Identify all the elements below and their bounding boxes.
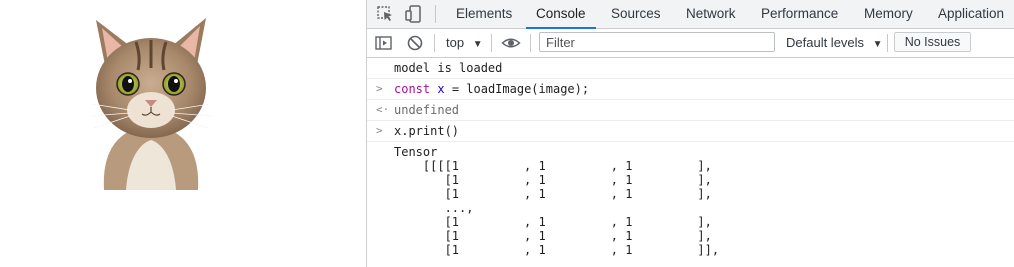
eye-icon[interactable]: [501, 33, 521, 53]
clear-console-icon[interactable]: [405, 33, 425, 53]
toolbar-divider: [491, 34, 492, 52]
log-levels-label: Default levels: [786, 35, 865, 50]
context-label: top: [446, 35, 465, 50]
dropdown-arrow-icon: ▼: [872, 39, 883, 50]
tensor-line: [1 , 1 , 1 ],: [394, 187, 712, 201]
command-text: const x = loadImage(image);: [394, 82, 589, 96]
cat-image: [89, 18, 213, 190]
prompt-chevron-icon: >: [376, 82, 383, 95]
tab-application[interactable]: Application: [938, 0, 1004, 28]
keyword-token: const: [394, 82, 431, 96]
result-text: undefined: [394, 103, 460, 117]
toolbar-divider: [530, 34, 531, 52]
console-input-entry: > x.print(): [367, 121, 1014, 142]
log-text: model is loaded: [394, 61, 503, 75]
tensor-line: [1 , 1 , 1 ],: [394, 229, 712, 243]
tab-performance[interactable]: Performance: [761, 0, 838, 28]
command-text: x.print(): [394, 124, 460, 138]
devtools-panel: Elements Console Sources Network Perform…: [366, 0, 1014, 267]
page-viewport: [0, 0, 366, 267]
devtools-tabbar: Elements Console Sources Network Perform…: [367, 0, 1014, 29]
sidebar-toggle-icon[interactable]: [373, 33, 393, 53]
tensor-line: ...,: [394, 201, 474, 215]
context-selector[interactable]: top ▼: [446, 29, 483, 57]
console-input-entry: > const x = loadImage(image);: [367, 79, 1014, 100]
tensor-line: [[[[1 , 1 , 1 ],: [394, 159, 712, 173]
issues-button[interactable]: No Issues: [894, 32, 971, 52]
console-message: model is loaded: [367, 58, 1014, 79]
filter-input[interactable]: [539, 32, 775, 52]
dropdown-arrow-icon: ▼: [472, 39, 483, 50]
tab-network[interactable]: Network: [686, 0, 736, 28]
inspect-icon[interactable]: [375, 4, 395, 24]
tab-sources[interactable]: Sources: [611, 0, 661, 28]
toolbar-divider: [887, 34, 888, 52]
console-result-entry: <· undefined: [367, 100, 1014, 121]
prompt-chevron-icon: >: [376, 124, 383, 137]
tensor-line: [1 , 1 , 1 ],: [394, 173, 712, 187]
log-levels-dropdown[interactable]: Default levels ▼: [786, 29, 883, 57]
tabbar-divider: [435, 5, 436, 23]
tensor-title: Tensor: [394, 145, 438, 159]
toolbar-divider: [434, 34, 435, 52]
tab-memory[interactable]: Memory: [864, 0, 913, 28]
console-output-entry: Tensor [[[[1 , 1 , 1 ], [1 , 1 , 1 ], [1…: [367, 142, 1014, 267]
tab-console[interactable]: Console: [526, 0, 595, 29]
tab-elements[interactable]: Elements: [456, 0, 512, 28]
tensor-line: [1 , 1 , 1 ]],: [394, 243, 720, 257]
console-output: model is loaded > const x = loadImage(im…: [367, 58, 1014, 267]
tensor-output: Tensor [[[[1 , 1 , 1 ], [1 , 1 , 1 ], [1…: [394, 145, 719, 257]
device-toolbar-icon[interactable]: [404, 4, 424, 24]
tensor-line: [1 , 1 , 1 ],: [394, 215, 712, 229]
expression-token: = loadImage(image);: [444, 82, 590, 96]
console-toolbar: top ▼ Default levels ▼ No Issues: [367, 29, 1014, 58]
return-arrow-icon: <·: [376, 103, 390, 116]
variable-token: x: [437, 82, 445, 96]
